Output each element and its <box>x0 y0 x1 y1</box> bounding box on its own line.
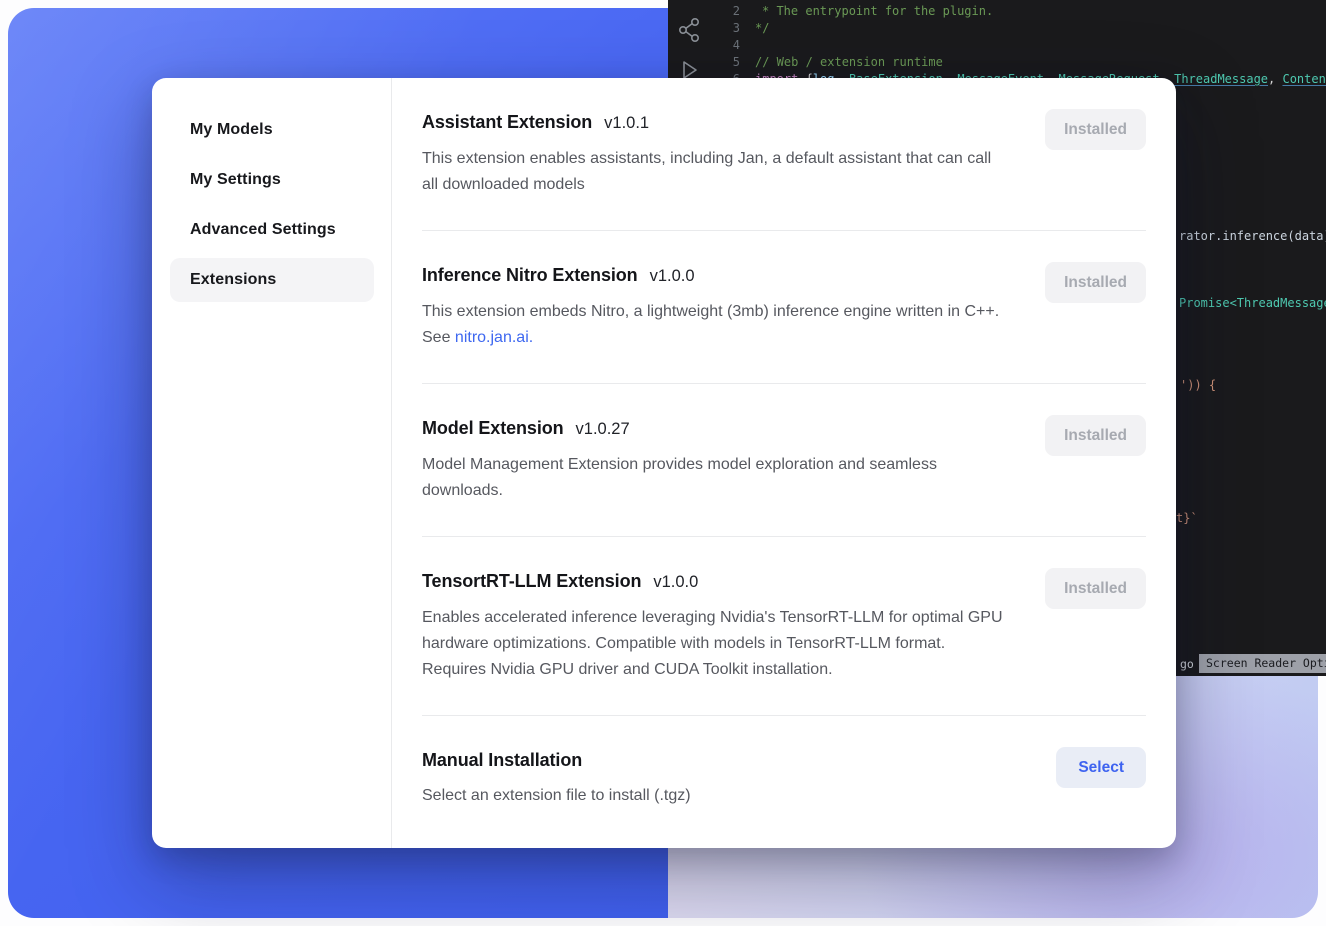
sidebar-item-label: My Settings <box>190 171 281 189</box>
nitro-jan-ai-link[interactable]: nitro.jan.ai. <box>455 329 533 346</box>
code-line: 5 // Web / extension runtime <box>714 54 1326 71</box>
code-fragment: t}` <box>1176 511 1198 525</box>
sidebar-item-advanced-settings[interactable]: Advanced Settings <box>170 208 374 252</box>
extension-description: This extension enables assistants, inclu… <box>422 146 1007 198</box>
sidebar-item-extensions[interactable]: Extensions <box>170 258 374 302</box>
extension-description: Enables accelerated inference leveraging… <box>422 605 1007 683</box>
extension-version: v1.0.0 <box>653 569 698 596</box>
sidebar-item-label: Extensions <box>190 271 276 289</box>
extension-title: Manual Installation <box>422 747 582 774</box>
extension-version: v1.0.0 <box>650 263 695 290</box>
code-line: 3 */ <box>714 20 1326 37</box>
extension-description: Select an extension file to install (.tg… <box>422 783 1007 809</box>
settings-modal: My Models My Settings Advanced Settings … <box>152 78 1176 848</box>
code-lines: 2* The entrypoint for the plugin. 3*/ 4 … <box>714 3 1326 88</box>
source-control-icon[interactable] <box>677 17 701 46</box>
code-comment: // Web / extension runtime <box>755 55 943 69</box>
extension-row-model: Model Extension v1.0.27 Model Management… <box>422 384 1146 537</box>
code-fragment: rator.inference(data)); <box>1179 229 1326 243</box>
extension-version: v1.0.27 <box>576 416 630 443</box>
line-number: 2 <box>714 3 740 20</box>
extension-info: TensortRT-LLM Extension v1.0.0 Enables a… <box>422 568 1045 683</box>
sidebar-item-label: Advanced Settings <box>190 221 336 239</box>
extension-row-tensorrt: TensortRT-LLM Extension v1.0.0 Enables a… <box>422 537 1146 716</box>
extensions-list: Assistant Extension v1.0.1 This extensio… <box>392 78 1176 848</box>
code-line: 4 <box>714 37 1326 54</box>
extension-title: Model Extension <box>422 415 564 442</box>
installed-button[interactable]: Installed <box>1045 568 1146 609</box>
extension-info: Inference Nitro Extension v1.0.0 This ex… <box>422 262 1045 351</box>
line-number: 3 <box>714 20 740 37</box>
code-fragment: Promise<ThreadMessage> <box>1179 296 1326 310</box>
sidebar-item-label: My Models <box>190 121 273 139</box>
extension-version: v1.0.1 <box>604 110 649 137</box>
extension-title: TensortRT-LLM Extension <box>422 568 641 595</box>
extension-info: Model Extension v1.0.27 Model Management… <box>422 415 1045 504</box>
statusbar-language[interactable]: go <box>1180 657 1194 671</box>
code-comment: * The entrypoint for the plugin. <box>755 3 993 20</box>
extension-row-nitro: Inference Nitro Extension v1.0.0 This ex… <box>422 231 1146 384</box>
installed-button[interactable]: Installed <box>1045 109 1146 150</box>
sidebar-item-my-models[interactable]: My Models <box>170 108 374 152</box>
line-number: 4 <box>714 37 740 54</box>
extension-description: Model Management Extension provides mode… <box>422 452 1007 504</box>
select-file-button[interactable]: Select <box>1056 747 1146 788</box>
extension-title: Inference Nitro Extension <box>422 262 638 289</box>
installed-button[interactable]: Installed <box>1045 262 1146 303</box>
code-line: 2 * The entrypoint for the plugin. <box>714 3 1326 20</box>
settings-sidebar: My Models My Settings Advanced Settings … <box>152 78 392 848</box>
extension-row-assistant: Assistant Extension v1.0.1 This extensio… <box>422 78 1146 231</box>
sidebar-item-my-settings[interactable]: My Settings <box>170 158 374 202</box>
installed-button[interactable]: Installed <box>1045 415 1146 456</box>
extension-info: Manual Installation Select an extension … <box>422 747 1056 809</box>
code-fragment: ')) { <box>1180 378 1216 392</box>
extension-row-manual-install: Manual Installation Select an extension … <box>422 716 1146 841</box>
extension-description: This extension embeds Nitro, a lightweig… <box>422 299 1007 351</box>
screen-reader-badge[interactable]: Screen Reader Optimize <box>1199 654 1326 673</box>
desktop: 2* The entrypoint for the plugin. 3*/ 4 … <box>0 0 1326 926</box>
extension-title: Assistant Extension <box>422 109 592 136</box>
line-number: 5 <box>714 54 740 71</box>
code-comment: */ <box>755 21 769 35</box>
extension-info: Assistant Extension v1.0.1 This extensio… <box>422 109 1045 198</box>
